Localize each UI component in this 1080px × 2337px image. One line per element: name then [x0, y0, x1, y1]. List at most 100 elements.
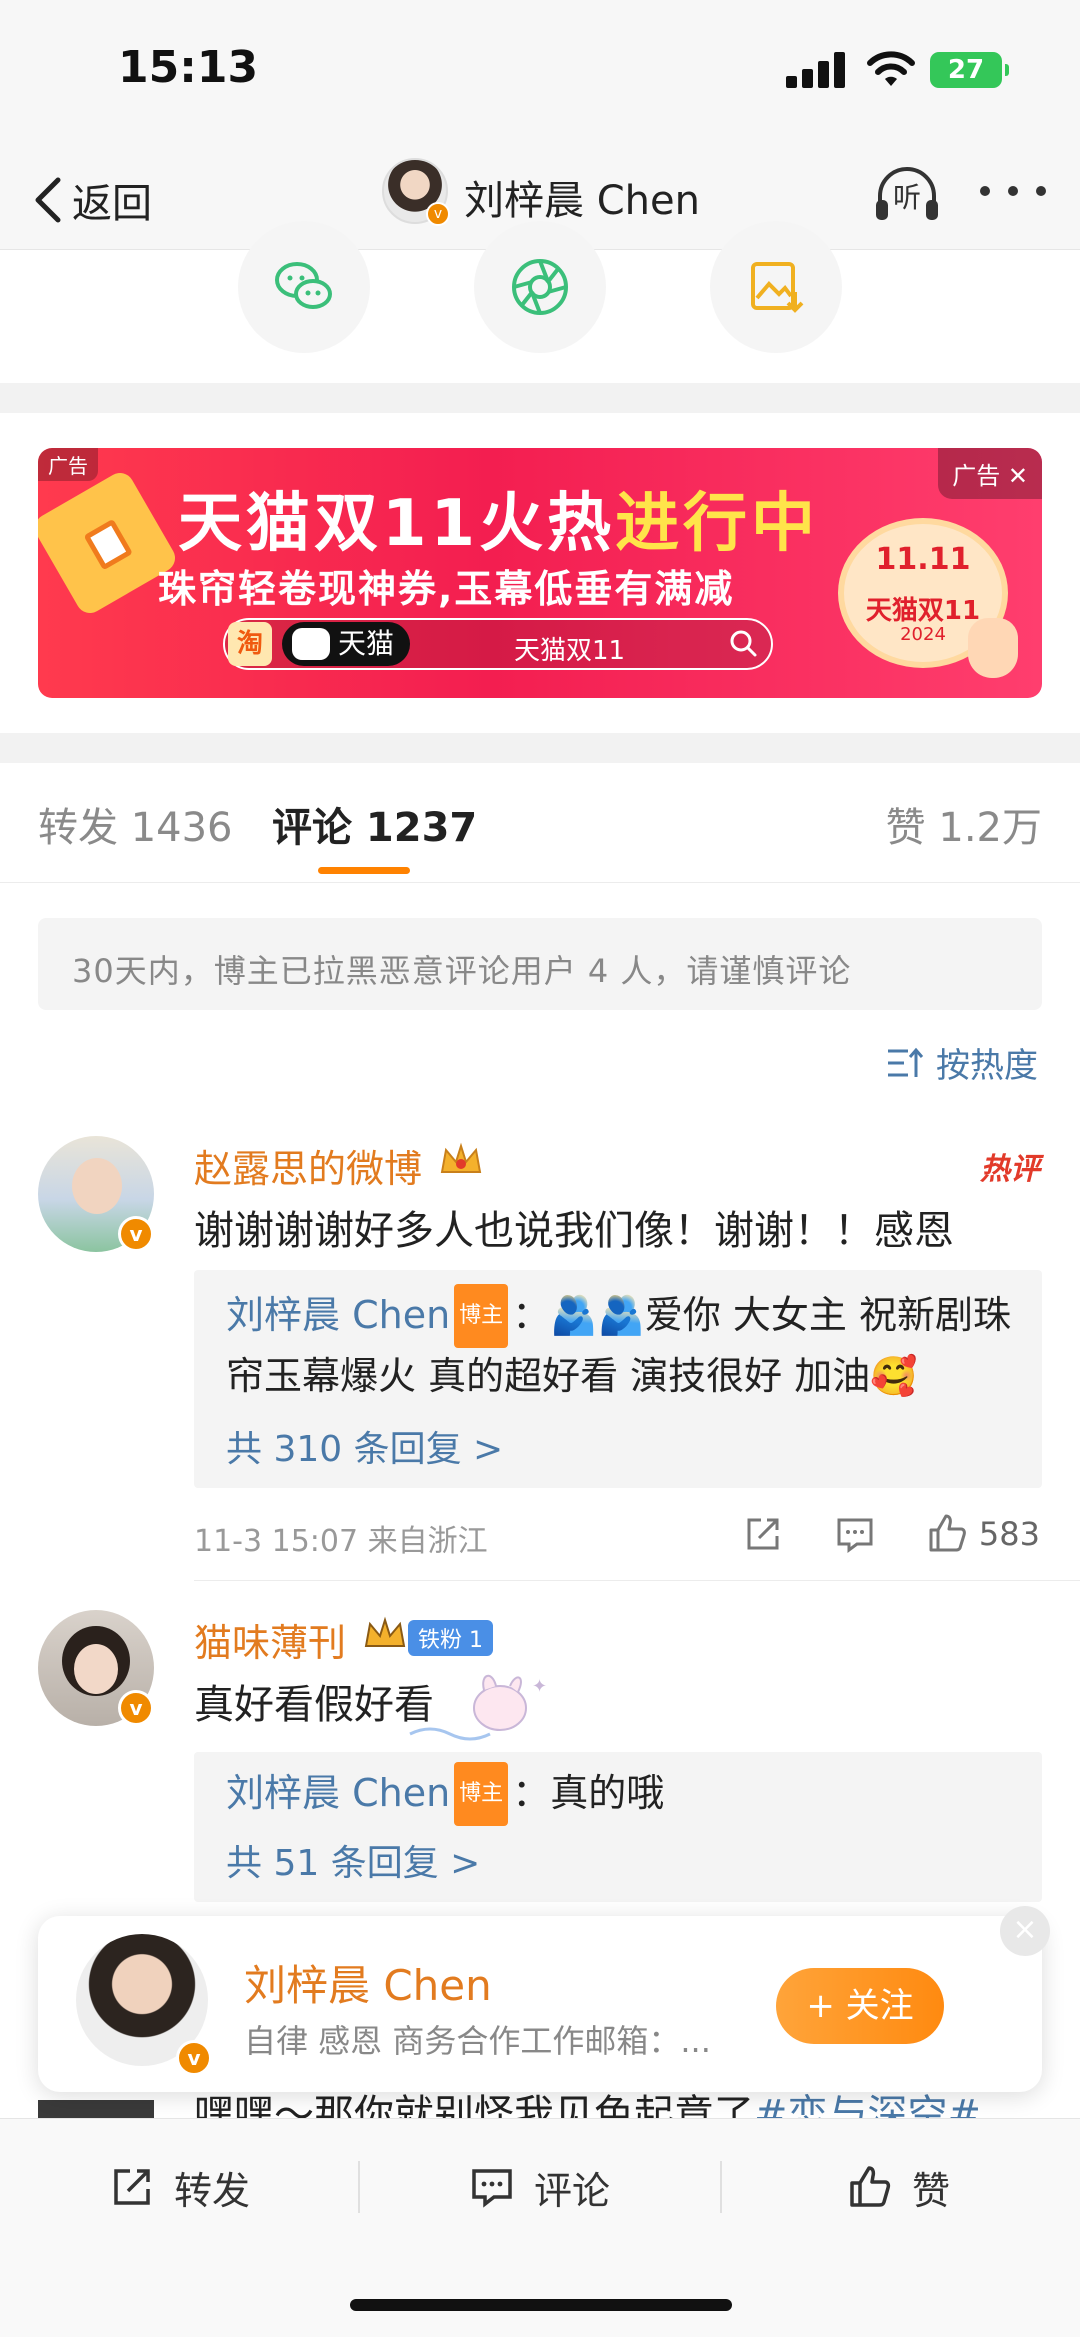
verified-badge-icon: v — [426, 202, 450, 226]
ad-headline-highlight: 进行中 — [615, 487, 820, 561]
toolbar-divider — [358, 2161, 360, 2213]
comment-item: v 赵露思的微博 热评 谢谢谢谢好多人也说我们像！谢谢！！感恩 刘梓晨 Chen… — [0, 1128, 1080, 1588]
comment-text: 真好看假好看 — [194, 1682, 434, 1728]
share-icon[interactable] — [741, 1512, 785, 1556]
comment-actions: 583 — [741, 1512, 1040, 1556]
tab-comments[interactable]: 评论 1237 — [272, 795, 477, 853]
author-avatar[interactable]: v — [382, 158, 450, 226]
reply-preview[interactable]: 刘梓晨 Chen 博主 ：真的哦 共 51 条回复 > — [194, 1752, 1042, 1902]
comment-icon[interactable] — [833, 1512, 877, 1556]
save-image-icon — [751, 262, 804, 313]
crown-badge-icon — [440, 1142, 482, 1173]
more-icon[interactable] — [980, 186, 1046, 206]
sort-button[interactable]: 按热度 — [884, 1038, 1038, 1087]
ad-search-text: 天猫双11 — [514, 636, 626, 666]
comment-item: v 猫味薄刊 铁粉 1 真好看假好看 ✦ 刘梓晨 Chen 博主 ：真的哦 共 51… — [0, 1608, 1080, 1908]
like-button[interactable]: 赞 — [846, 2157, 950, 2217]
back-label: 返回 — [72, 181, 152, 227]
wechat-icon — [275, 262, 332, 309]
bottom-toolbar: 转发 评论 赞 — [0, 2118, 1080, 2337]
status-time: 15:13 — [118, 42, 259, 93]
author-name[interactable]: 刘梓晨 Chen — [244, 1952, 492, 2013]
share-moments-button[interactable] — [474, 221, 606, 353]
verified-badge-icon: v — [118, 1690, 154, 1726]
view-replies-link[interactable]: 共 51 条回复 > — [226, 1834, 480, 1886]
ad-headline-main: 天猫双11火热 — [178, 487, 616, 561]
reply-preview[interactable]: 刘梓晨 Chen 博主 ：🫂🫂爱你 大女主 祝新剧珠 帘玉幕爆火 真的超好看 演技很… — [194, 1270, 1042, 1488]
host-badge: 博主 — [454, 1284, 509, 1348]
cellular-signal-icon — [786, 52, 846, 88]
listen-button[interactable]: 听 — [872, 160, 942, 230]
reply-line: 刘梓晨 Chen 博主 ：真的哦 — [226, 1762, 664, 1826]
avatar-face — [72, 1158, 122, 1214]
ad-label: 广告 — [38, 448, 98, 481]
interaction-tabs: 转发 1436 评论 1237 赞 1.2万 — [0, 763, 1080, 883]
comment-meta: 11-3 15:07 来自浙江 — [194, 1524, 488, 1559]
wifi-icon — [867, 51, 915, 86]
taobao-logo-icon: 淘 — [228, 622, 272, 666]
comment-button[interactable]: 评论 — [468, 2157, 610, 2217]
like-icon[interactable] — [925, 1512, 969, 1556]
commenter-name[interactable]: 赵露思的微博 — [194, 1138, 422, 1193]
status-bar: 15:13 27 — [0, 0, 1080, 150]
seal-top-text: 11.11 — [875, 542, 971, 577]
listen-label: 听 — [892, 181, 921, 214]
sort-icon — [888, 1047, 924, 1077]
fan-level-badge: 铁粉 1 — [408, 1620, 493, 1656]
tmall-logo: 天猫 — [282, 622, 411, 666]
reply-author[interactable]: 刘梓晨 Chen — [226, 1771, 450, 1815]
page-title[interactable]: 刘梓晨 Chen — [464, 168, 700, 226]
share-wechat-button[interactable] — [238, 221, 370, 353]
melody-sticker-icon: ✦ — [409, 1675, 547, 1741]
back-button[interactable]: 返回 — [28, 170, 152, 230]
comment-icon — [472, 2169, 512, 2208]
verified-badge-icon: v — [118, 1216, 154, 1252]
save-image-button[interactable] — [710, 221, 842, 353]
like-count: 583 — [978, 1515, 1040, 1553]
follow-button[interactable]: + 关注 — [776, 1968, 944, 2044]
reply-text: ：🫂🫂爱你 大女主 祝新剧珠 — [512, 1293, 1011, 1337]
follow-card: × v 刘梓晨 Chen 自律 感恩 商务合作工作邮箱：... + 关注 — [38, 1906, 1050, 2092]
ad-section: 广告 广告 ✕ 天猫双11火热进行中 珠帘轻卷现神券,玉幕低垂有满减 淘 天猫 … — [0, 413, 1080, 733]
search-icon — [730, 630, 757, 657]
like-label: 赞 — [912, 2168, 951, 2213]
comment-label: 评论 — [534, 2168, 611, 2213]
tab-repost[interactable]: 转发 1436 — [38, 795, 233, 853]
like-icon — [850, 2166, 891, 2207]
ad-headline: 天猫双11火热进行中 — [178, 472, 819, 564]
reply-line: 刘梓晨 Chen 博主 ：🫂🫂爱你 大女主 祝新剧珠 — [226, 1284, 1011, 1348]
home-indicator — [350, 2299, 732, 2311]
section-separator — [0, 733, 1080, 763]
repost-label: 转发 — [174, 2168, 251, 2213]
tmall-label: 天猫 — [338, 627, 395, 660]
battery-icon: 27 — [930, 52, 1009, 88]
author-bio: 自律 感恩 商务合作工作邮箱：... — [244, 2022, 711, 2060]
comment-text: 谢谢谢谢好多人也说我们像！谢谢！！感恩 — [194, 1208, 954, 1254]
tmall-cat-icon — [292, 628, 330, 660]
comment-notice: 30天内，博主已拉黑恶意评论用户 4 人，请谨慎评论 — [38, 918, 1042, 1010]
host-badge: 博主 — [454, 1762, 509, 1826]
share-row — [0, 221, 1080, 381]
ad-banner[interactable]: 广告 广告 ✕ 天猫双11火热进行中 珠帘轻卷现神券,玉幕低垂有满减 淘 天猫 … — [38, 448, 1042, 698]
section-separator — [0, 383, 1080, 413]
sort-label: 按热度 — [936, 1046, 1038, 1086]
active-tab-indicator — [318, 867, 410, 874]
pointing-hand-icon — [968, 618, 1018, 678]
moments-icon — [512, 259, 568, 315]
crown-badge-icon — [364, 1616, 406, 1647]
avatar-face — [74, 1644, 118, 1694]
ad-close-button[interactable]: 广告 ✕ — [938, 448, 1042, 499]
ad-subline: 珠帘轻卷现神券,玉幕低垂有满减 — [158, 567, 735, 611]
view-replies-link[interactable]: 共 310 条回复 > — [226, 1420, 503, 1472]
reply-author[interactable]: 刘梓晨 Chen — [226, 1293, 450, 1337]
commenter-name[interactable]: 猫味薄刊 — [194, 1612, 346, 1667]
close-icon[interactable]: × — [1000, 1906, 1050, 1956]
repost-icon — [114, 2169, 150, 2205]
tab-likes[interactable]: 赞 1.2万 — [886, 795, 1042, 853]
notice-text: 30天内，博主已拉黑恶意评论用户 4 人，请谨慎评论 — [72, 952, 852, 990]
verified-badge-icon: v — [176, 2040, 212, 2076]
toolbar-divider — [720, 2161, 722, 2213]
reply-text: ：真的哦 — [512, 1771, 665, 1815]
repost-button[interactable]: 转发 — [108, 2157, 250, 2217]
chevron-left-icon — [35, 177, 61, 223]
